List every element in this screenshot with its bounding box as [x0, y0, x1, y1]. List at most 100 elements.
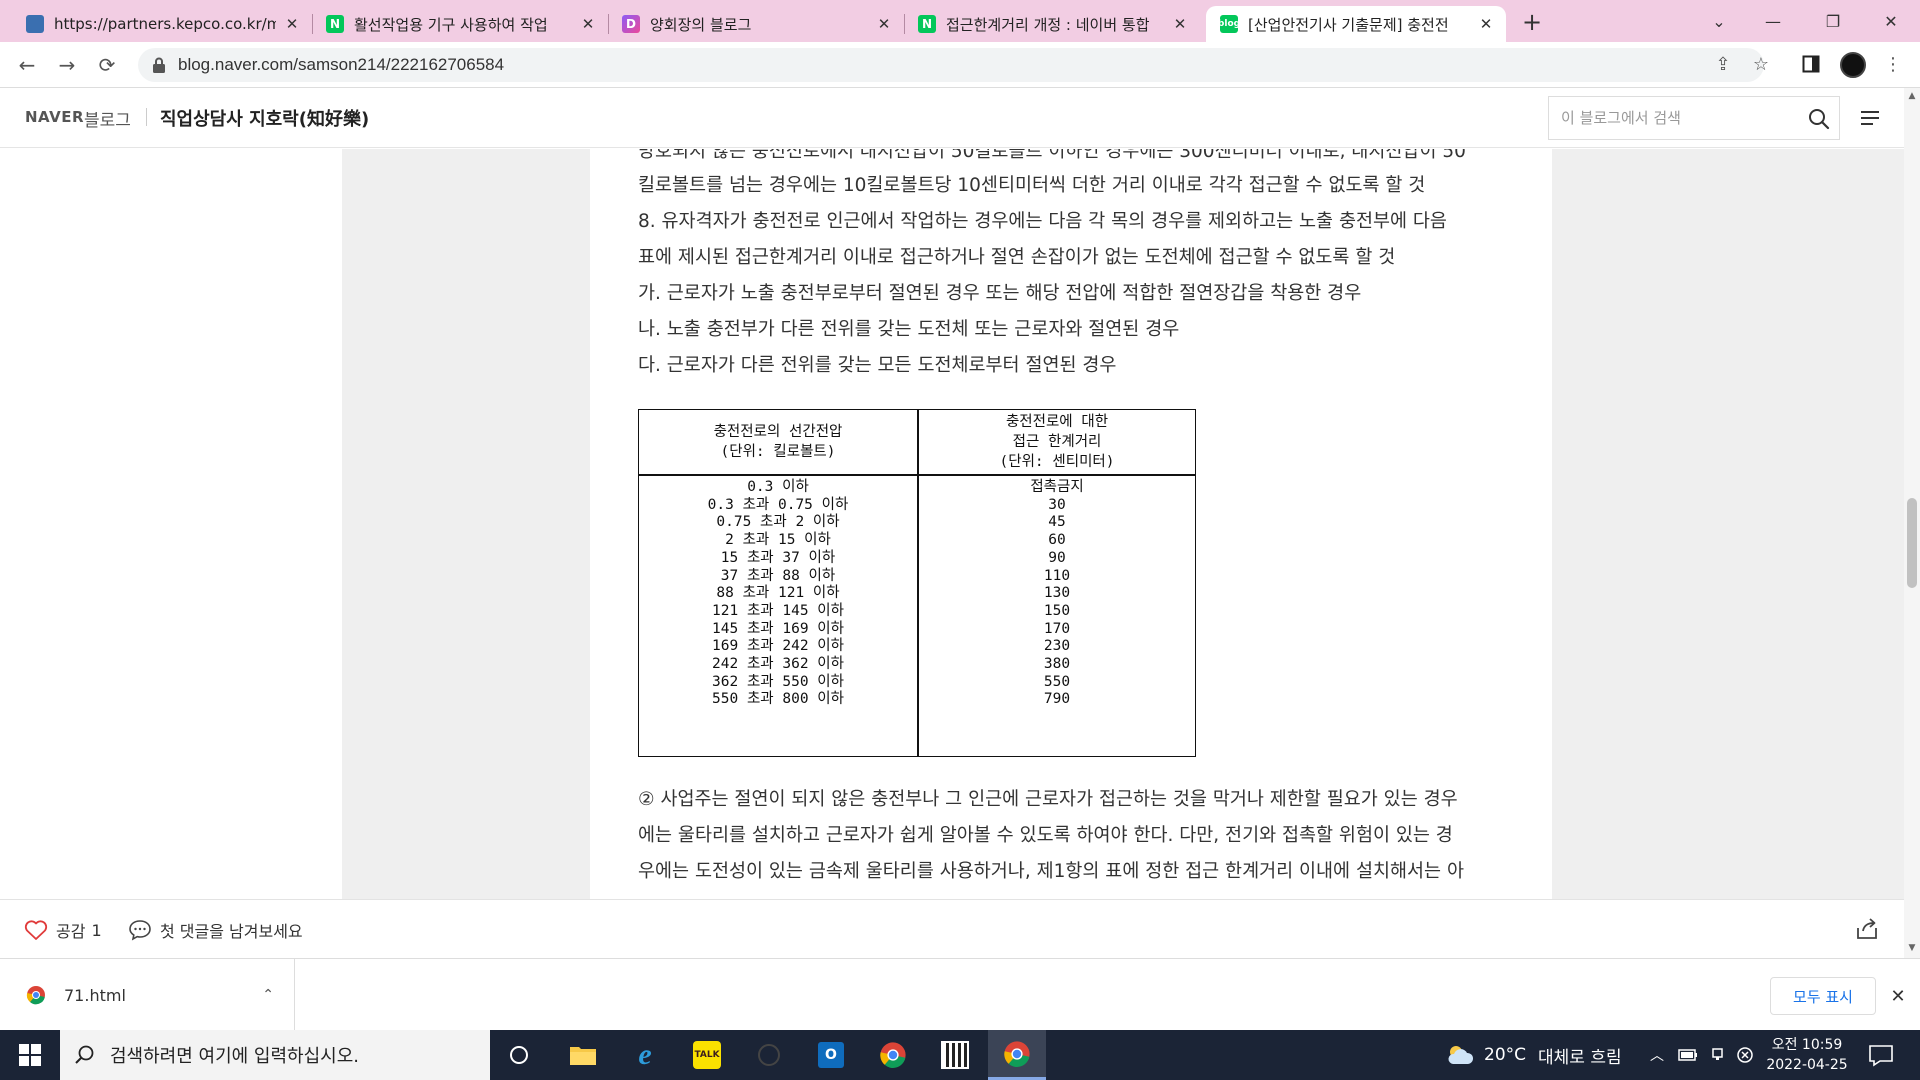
tab-search-chevron-icon[interactable]: ⌄	[1694, 0, 1744, 42]
kepco-favicon-icon	[26, 15, 44, 33]
comment-button[interactable]: 첫 댓글을 남겨보세요	[128, 918, 303, 942]
post-body: 방호되지 않은 충전전로에서 대지전압이 50킬로볼트 이하인 경우에는 300…	[590, 149, 1552, 899]
clock-date: 2022-04-25	[1766, 1057, 1848, 1073]
weather-desc: 대체로 흐림	[1538, 1047, 1622, 1068]
tray-chevron-up-icon[interactable]: ︿	[1650, 1030, 1664, 1080]
naver-favicon-icon: N	[918, 15, 936, 33]
like-label: 공감	[56, 922, 86, 941]
clock-time: 오전 10:59	[1771, 1037, 1843, 1053]
download-bar: 71.html ⌃ 모두 표시 ✕	[0, 958, 1920, 1031]
system-clock[interactable]: 오전 10:59 2022-04-25	[1762, 1035, 1852, 1075]
taskbar-search-icon	[75, 1045, 94, 1064]
naver-favicon-icon: N	[326, 15, 344, 33]
chrome-icon[interactable]	[864, 1030, 922, 1080]
paragraph-line: 8. 유자격자가 충전전로 인근에서 작업하는 경우에는 다음 각 목의 경우를…	[638, 211, 1447, 232]
chevron-up-icon[interactable]: ⌃	[262, 987, 274, 1003]
forward-button[interactable]: →	[52, 51, 82, 79]
tab-yang-blog[interactable]: D 양회장의 블로그 ✕	[608, 6, 904, 42]
approach-limit-table: 충전전로의 선간전압 (단위: 킬로볼트) 충전전로에 대한 접근 한계거리 (…	[638, 409, 1196, 757]
paragraph-line: 우에는 도전성이 있는 금속제 울타리를 사용하거나, 제1항의 표에 정한 접…	[638, 861, 1464, 882]
profile-avatar[interactable]	[1840, 52, 1866, 78]
outlook-icon[interactable]: O	[802, 1030, 860, 1080]
post-action-bar: 공감 1 첫 댓글을 남겨보세요	[0, 899, 1904, 958]
blog-title[interactable]: 직업상담사 지호락(知好樂)	[160, 105, 369, 131]
taskbar-search-placeholder: 검색하려면 여기에 입력하십시오.	[110, 1046, 360, 1067]
notification-center-icon[interactable]	[1866, 1042, 1896, 1068]
windows-start-button[interactable]	[0, 1030, 60, 1080]
paragraph-line: 에는 울타리를 설치하고 근로자가 쉽게 알아볼 수 있도록 하여야 한다. 다…	[638, 825, 1453, 846]
restore-button[interactable]: ❐	[1808, 0, 1858, 42]
paragraph-line: 가. 근로자가 노출 충전부로부터 절연된 경우 또는 해당 전압에 적합한 절…	[638, 283, 1362, 304]
left-margin	[342, 149, 590, 899]
qr-app-icon[interactable]	[926, 1030, 984, 1080]
lock-icon	[153, 57, 165, 73]
reload-button[interactable]: ⟳	[92, 51, 122, 79]
download-filename: 71.html	[64, 985, 126, 1005]
share-icon[interactable]	[1854, 916, 1880, 942]
url-text: blog.naver.com/samson214/222162706584	[178, 55, 505, 74]
search-icon[interactable]	[1807, 107, 1831, 131]
windows-taskbar: 검색하려면 여기에 입력하십시오. e TALK O 20°C 대체로 흐림 ︿…	[0, 1030, 1920, 1080]
cloud-icon	[1448, 1046, 1474, 1064]
taskbar-search-box[interactable]: 검색하려면 여기에 입력하십시오.	[60, 1030, 490, 1080]
network-icon[interactable]	[1710, 1030, 1728, 1080]
tab-naver-live-work[interactable]: N 활선작업용 기구 사용하여 작업 ✕	[312, 6, 608, 42]
blog-search-input[interactable]	[1561, 109, 1801, 127]
show-all-downloads-button[interactable]: 모두 표시	[1770, 977, 1876, 1015]
naver-blog-link[interactable]: 블로그	[84, 106, 131, 131]
side-panel-icon[interactable]	[1796, 48, 1826, 80]
scroll-thumb[interactable]	[1907, 498, 1917, 588]
file-explorer-icon[interactable]	[554, 1030, 612, 1080]
tab-title: 접근한계거리 개정 : 네이버 통합	[946, 15, 1150, 34]
close-icon[interactable]: ✕	[874, 14, 894, 34]
page-scrollbar[interactable]: ▲ ▼	[1904, 88, 1920, 958]
close-window-button[interactable]: ✕	[1866, 0, 1916, 42]
weather-widget[interactable]: 20°C 대체로 흐림	[1446, 1030, 1622, 1080]
blog-header: NAVER 블로그 직업상담사 지호락(知好樂)	[0, 88, 1904, 148]
weather-temp: 20°C	[1484, 1045, 1527, 1065]
share-page-icon[interactable]: ⇪	[1708, 48, 1738, 80]
paragraph-line: 방호되지 않은 충전전로에서 대지전압이 50킬로볼트 이하인 경우에는 300…	[638, 149, 1466, 162]
close-icon[interactable]: ✕	[578, 14, 598, 34]
scroll-up-icon[interactable]: ▲	[1904, 88, 1920, 104]
comment-label: 첫 댓글을 남겨보세요	[160, 922, 303, 941]
internet-explorer-icon[interactable]: e	[616, 1030, 674, 1080]
table-cell-distance: 790	[1043, 691, 1071, 708]
close-icon[interactable]: ✕	[1476, 14, 1496, 34]
paragraph-line: ② 사업주는 절연이 되지 않은 충전부나 그 인근에 근로자가 접근하는 것을…	[638, 789, 1458, 810]
scroll-down-icon[interactable]: ▼	[1904, 940, 1920, 956]
back-button[interactable]: ←	[12, 51, 42, 79]
address-bar[interactable]: blog.naver.com/samson214/222162706584	[138, 48, 1764, 82]
close-download-bar-icon[interactable]: ✕	[1886, 981, 1910, 1011]
tab-active-naver-blog[interactable]: blog [산업안전기사 기출문제] 충전전 ✕	[1206, 6, 1506, 42]
volume-muted-icon[interactable]	[1736, 1030, 1754, 1080]
more-menu-icon[interactable]: ⋮	[1878, 48, 1908, 80]
hamburger-menu-icon[interactable]	[1857, 106, 1883, 130]
windows-logo-icon	[19, 1044, 41, 1066]
right-margin	[1552, 149, 1904, 899]
table-header-voltage: 충전전로의 선간전압 (단위: 킬로볼트)	[713, 423, 843, 460]
minimize-button[interactable]: —	[1748, 0, 1798, 42]
close-icon[interactable]: ✕	[282, 14, 302, 34]
blog-favicon-icon: D	[622, 15, 640, 33]
close-icon[interactable]: ✕	[1170, 14, 1190, 34]
table-header-distance: 충전전로에 대한 접근 한계거리 (단위: 센티미터)	[999, 413, 1115, 471]
naver-logo[interactable]: NAVER	[25, 108, 84, 126]
kakaotalk-icon[interactable]: TALK	[678, 1030, 736, 1080]
like-button[interactable]: 공감 1	[24, 918, 102, 942]
new-tab-button[interactable]: +	[1518, 8, 1546, 36]
download-item[interactable]: 71.html ⌃	[0, 959, 295, 1031]
tab-kepco[interactable]: https://partners.kepco.co.kr/mal ✕	[12, 6, 312, 42]
paragraph-line: 나. 노출 충전부가 다른 전위를 갖는 도전체 또는 근로자와 절연된 경우	[638, 319, 1180, 340]
tab-naver-search[interactable]: N 접근한계거리 개정 : 네이버 통합 ✕	[904, 6, 1200, 42]
tab-title: 활선작업용 기구 사용하여 작업	[354, 15, 548, 34]
app-icon[interactable]	[740, 1030, 798, 1080]
chrome-active-icon[interactable]	[988, 1030, 1046, 1080]
battery-icon[interactable]	[1678, 1030, 1698, 1080]
task-view-icon[interactable]	[490, 1030, 548, 1080]
browser-toolbar: ← → ⟳ blog.naver.com/samson214/222162706…	[0, 42, 1920, 88]
tab-title: 양회장의 블로그	[650, 15, 752, 34]
bookmark-star-icon[interactable]: ☆	[1746, 48, 1776, 80]
tab-title: https://partners.kepco.co.kr/mal	[54, 15, 276, 33]
naver-blog-favicon-icon: blog	[1218, 15, 1240, 33]
